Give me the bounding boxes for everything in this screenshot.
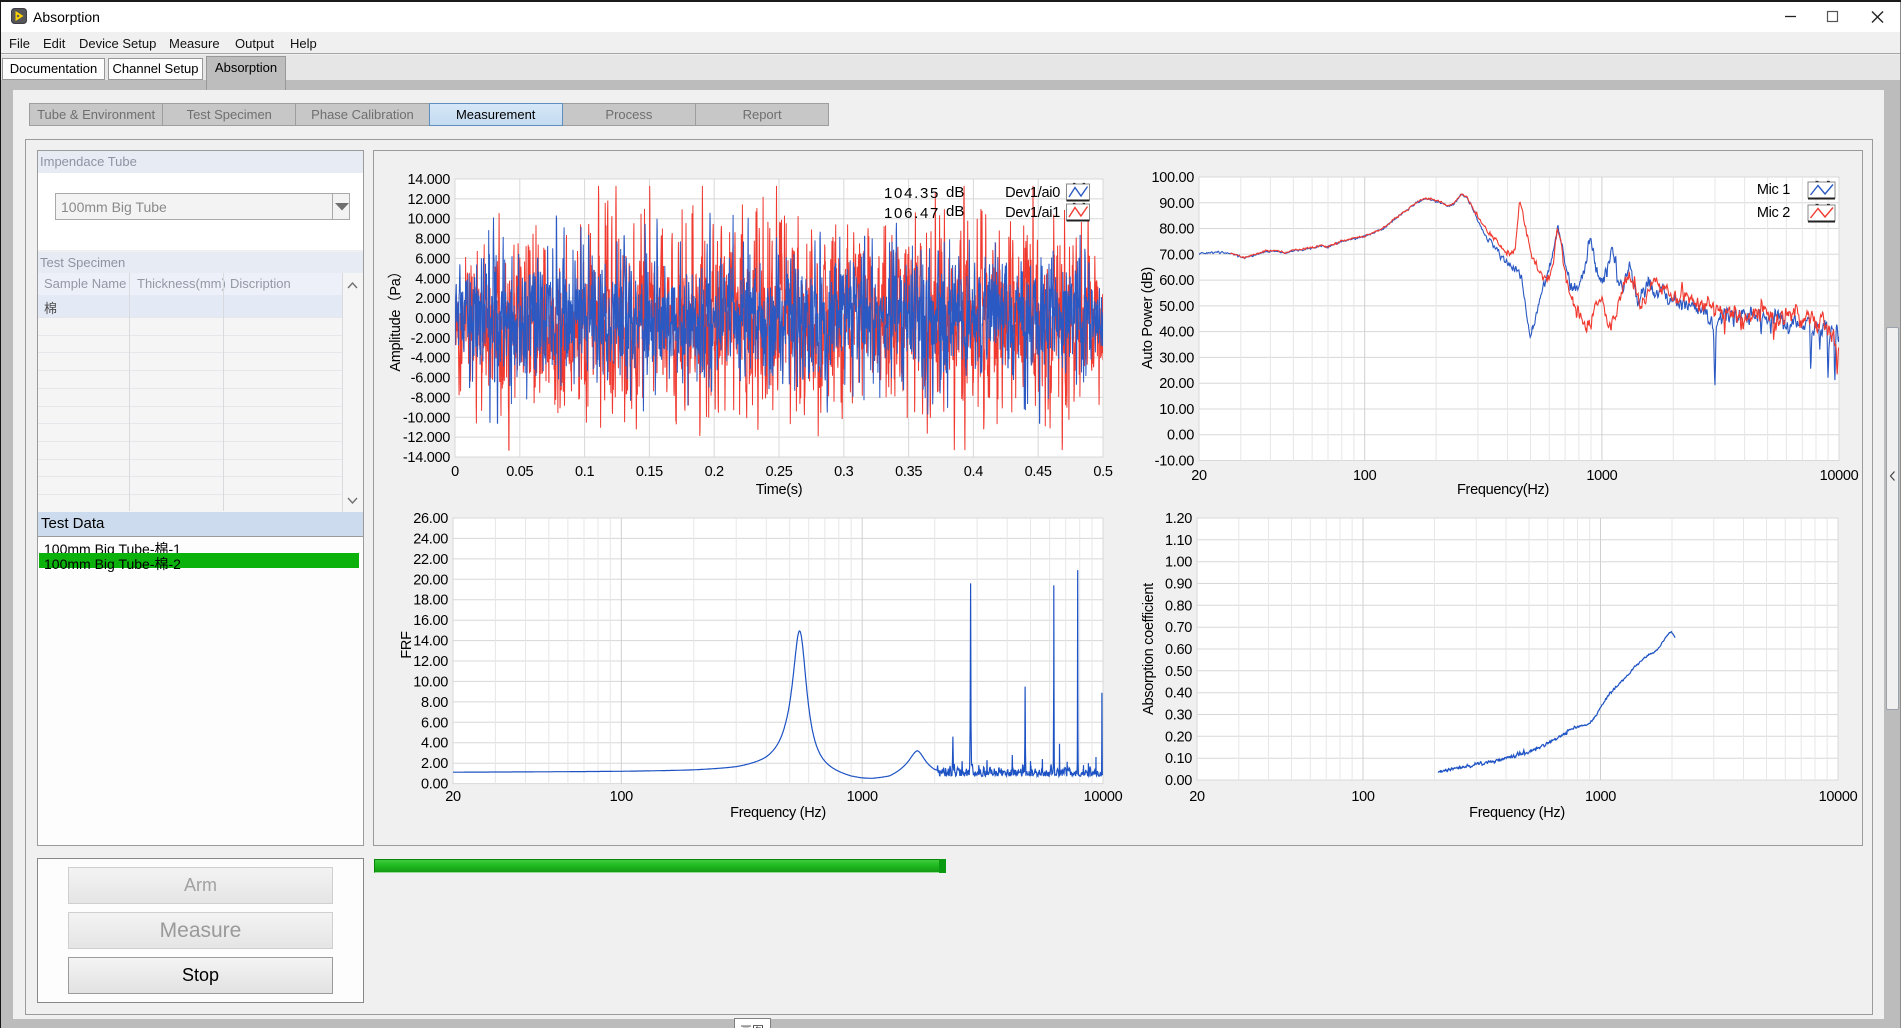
svg-text:50.00: 50.00 — [1159, 299, 1194, 315]
svg-text:-8.000: -8.000 — [411, 390, 451, 406]
svg-text:0.3: 0.3 — [834, 464, 853, 480]
svg-text:100: 100 — [1353, 468, 1377, 484]
svg-text:10.00: 10.00 — [413, 674, 448, 690]
svg-text:18.00: 18.00 — [413, 593, 448, 609]
svg-text:8.00: 8.00 — [421, 695, 448, 711]
svg-text:0.20: 0.20 — [1165, 729, 1192, 745]
svg-text:0.30: 0.30 — [1165, 708, 1192, 724]
svg-text:0.90: 0.90 — [1165, 577, 1192, 593]
svg-text:0.40: 0.40 — [1165, 686, 1192, 702]
svg-text:1000: 1000 — [847, 789, 878, 805]
svg-text:1.10: 1.10 — [1165, 533, 1192, 549]
svg-text:100: 100 — [610, 789, 634, 805]
svg-text:Dev1/ai1: Dev1/ai1 — [1005, 205, 1060, 221]
svg-text:20: 20 — [1189, 789, 1205, 805]
svg-text:12.00: 12.00 — [413, 654, 448, 670]
svg-text:16.00: 16.00 — [413, 613, 448, 629]
svg-text:20: 20 — [1191, 468, 1207, 484]
svg-text:2.00: 2.00 — [421, 756, 448, 772]
svg-text:dB: dB — [946, 203, 964, 220]
svg-text:106.47: 106.47 — [884, 205, 940, 222]
svg-text:26.00: 26.00 — [413, 511, 448, 527]
svg-text:Auto Power (dB): Auto Power (dB) — [1140, 267, 1156, 369]
svg-text:0.10: 0.10 — [1165, 751, 1192, 767]
svg-text:Time(s): Time(s) — [756, 482, 803, 498]
svg-text:8.000: 8.000 — [415, 232, 450, 248]
svg-text:90.00: 90.00 — [1159, 196, 1194, 212]
svg-text:-12.000: -12.000 — [403, 430, 450, 446]
svg-text:80.00: 80.00 — [1159, 222, 1194, 238]
svg-text:1000: 1000 — [1585, 789, 1616, 805]
svg-text:14.000: 14.000 — [407, 172, 450, 188]
svg-text:70.00: 70.00 — [1159, 247, 1194, 263]
svg-text:1.20: 1.20 — [1165, 511, 1192, 527]
svg-text:-14.000: -14.000 — [403, 450, 450, 466]
svg-text:20.00: 20.00 — [413, 572, 448, 588]
svg-text:10.00: 10.00 — [1159, 402, 1194, 418]
svg-text:24.00: 24.00 — [413, 531, 448, 547]
svg-text:1.00: 1.00 — [1165, 555, 1192, 571]
svg-text:20.00: 20.00 — [1159, 376, 1194, 392]
svg-text:Mic 1: Mic 1 — [1757, 182, 1790, 198]
svg-text:0.00: 0.00 — [421, 777, 448, 793]
svg-text:0.000: 0.000 — [415, 311, 450, 327]
svg-text:6.00: 6.00 — [421, 715, 448, 731]
svg-text:Frequency (Hz): Frequency (Hz) — [730, 805, 826, 821]
svg-text:10.000: 10.000 — [407, 212, 450, 228]
svg-text:0.80: 0.80 — [1165, 598, 1192, 614]
svg-text:10000: 10000 — [1820, 468, 1859, 484]
svg-text:0.50: 0.50 — [1165, 664, 1192, 680]
svg-text:100: 100 — [1351, 789, 1375, 805]
svg-text:0: 0 — [451, 464, 459, 480]
svg-text:0.15: 0.15 — [636, 464, 663, 480]
svg-text:0.35: 0.35 — [895, 464, 922, 480]
svg-text:12.000: 12.000 — [407, 192, 450, 208]
svg-text:dB: dB — [946, 184, 964, 201]
svg-text:-2.000: -2.000 — [411, 331, 451, 347]
svg-text:6.000: 6.000 — [415, 251, 450, 267]
svg-text:0.05: 0.05 — [506, 464, 533, 480]
svg-text:Dev1/ai0: Dev1/ai0 — [1005, 185, 1060, 201]
svg-text:Frequency(Hz): Frequency(Hz) — [1457, 482, 1549, 498]
svg-text:22.00: 22.00 — [413, 552, 448, 568]
svg-text:0.1: 0.1 — [575, 464, 594, 480]
svg-text:0.2: 0.2 — [705, 464, 724, 480]
svg-text:0.4: 0.4 — [964, 464, 983, 480]
svg-text:0.60: 0.60 — [1165, 642, 1192, 658]
svg-text:Frequency (Hz): Frequency (Hz) — [1469, 805, 1565, 821]
svg-text:-10.000: -10.000 — [403, 410, 450, 426]
svg-text:20: 20 — [445, 789, 461, 805]
svg-text:0.5: 0.5 — [1093, 464, 1112, 480]
svg-text:-4.000: -4.000 — [411, 351, 451, 367]
svg-text:Absorption coefficient: Absorption coefficient — [1141, 583, 1157, 715]
svg-text:0.00: 0.00 — [1167, 428, 1194, 444]
svg-text:2.000: 2.000 — [415, 291, 450, 307]
svg-text:10000: 10000 — [1084, 789, 1123, 805]
svg-text:1000: 1000 — [1586, 468, 1617, 484]
svg-text:Mic 2: Mic 2 — [1757, 205, 1790, 221]
svg-text:40.00: 40.00 — [1159, 325, 1194, 341]
svg-text:-10.00: -10.00 — [1155, 454, 1195, 470]
svg-text:Amplitude（Pa）: Amplitude（Pa） — [387, 264, 404, 371]
svg-text:0.70: 0.70 — [1165, 620, 1192, 636]
svg-text:4.00: 4.00 — [421, 736, 448, 752]
svg-text:0.45: 0.45 — [1025, 464, 1052, 480]
svg-text:100.00: 100.00 — [1151, 170, 1194, 186]
svg-text:60.00: 60.00 — [1159, 273, 1194, 289]
svg-text:4.000: 4.000 — [415, 271, 450, 287]
svg-text:0.00: 0.00 — [1165, 773, 1192, 789]
svg-text:FRF: FRF — [399, 631, 415, 659]
svg-text:14.00: 14.00 — [413, 634, 448, 650]
svg-text:0.25: 0.25 — [765, 464, 792, 480]
svg-text:104.35: 104.35 — [884, 185, 940, 202]
svg-text:30.00: 30.00 — [1159, 350, 1194, 366]
svg-text:10000: 10000 — [1819, 789, 1858, 805]
svg-text:-6.000: -6.000 — [411, 371, 451, 387]
